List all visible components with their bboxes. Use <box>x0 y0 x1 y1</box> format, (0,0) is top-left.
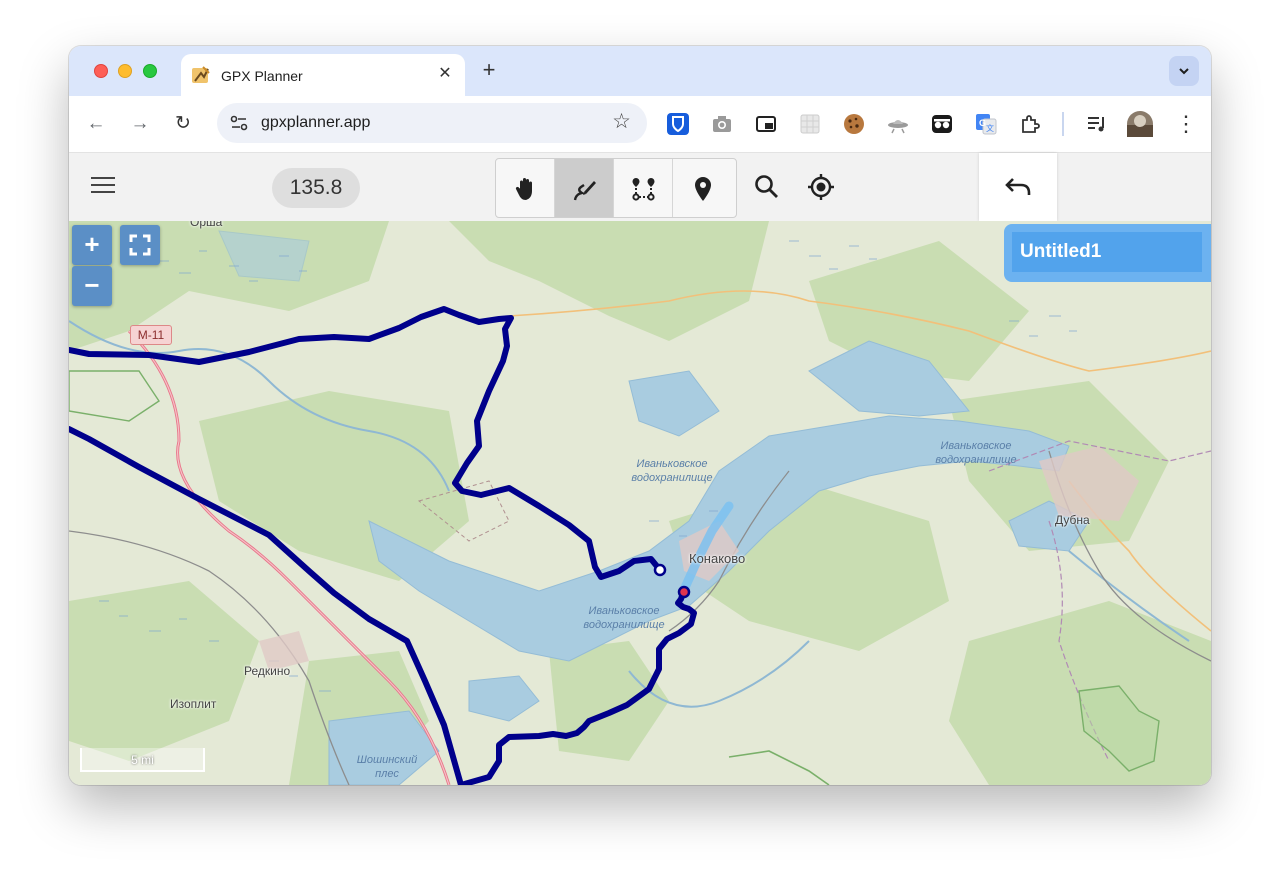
url-text: gpxplanner.app <box>261 114 371 131</box>
draw-mode-button[interactable] <box>555 159 614 217</box>
track-list-panel: Untitled1 <box>1004 224 1211 282</box>
browser-menu-button[interactable]: ⋮ <box>1172 110 1200 138</box>
fullscreen-icon <box>129 234 151 256</box>
tab-strip: GPX Planner ✕ + <box>69 46 1211 96</box>
marker-mode-button[interactable] <box>673 159 732 217</box>
map-scale-bar: 5 mi <box>80 748 205 772</box>
map-tiles <box>69 221 1211 785</box>
profile-avatar[interactable] <box>1127 111 1153 137</box>
toolbar-divider <box>1062 112 1064 136</box>
ufo-extension-icon[interactable] <box>886 112 910 136</box>
route-end-marker <box>653 563 667 577</box>
route-distance-display: 135.8 <box>272 168 360 208</box>
water-label-ivankovo-2: Иваньковское водохранилище <box>935 440 1017 466</box>
place-label-konakovo: Конаково <box>689 551 746 566</box>
place-label-dubna: Дубна <box>1055 513 1090 527</box>
water-label-ivankovo-3: Иваньковское водохранилище <box>583 605 665 631</box>
bitwarden-extension-icon[interactable] <box>666 112 690 136</box>
minimize-window-button[interactable] <box>118 64 132 78</box>
new-tab-button[interactable]: + <box>477 59 501 83</box>
reload-button[interactable]: ↻ <box>169 110 197 138</box>
address-bar[interactable]: gpxplanner.app ☆ <box>217 103 647 143</box>
pan-mode-button[interactable] <box>496 159 555 217</box>
place-label-redkino: Редкино <box>244 664 291 678</box>
extensions-puzzle-icon[interactable] <box>1018 112 1042 136</box>
fullscreen-button[interactable] <box>120 225 160 265</box>
cookie-extension-icon[interactable] <box>842 112 866 136</box>
close-window-button[interactable] <box>94 64 108 78</box>
close-tab-icon[interactable]: ✕ <box>435 64 455 84</box>
grid-extension-icon[interactable] <box>798 112 822 136</box>
tab-title: GPX Planner <box>221 68 303 84</box>
undo-button[interactable] <box>979 153 1057 221</box>
chevron-down-icon <box>1179 68 1189 75</box>
edit-mode-toolbar <box>495 158 737 218</box>
back-button[interactable]: ← <box>82 110 110 138</box>
track-name[interactable]: Untitled1 <box>1012 232 1202 272</box>
map-canvas[interactable]: + − Untitled1 M-11 Орша Конаково Дубна Р… <box>69 221 1211 785</box>
glasses-extension-icon[interactable] <box>930 112 954 136</box>
search-icon[interactable] <box>751 171 783 203</box>
svg-text:G: G <box>979 118 986 128</box>
tab-gpx-planner[interactable]: GPX Planner ✕ <box>181 54 465 96</box>
water-label-shoshinsky: Шошинский плес <box>356 754 418 780</box>
water-label-ivankovo-1: Иваньковское водохранилище <box>631 458 713 484</box>
google-translate-icon[interactable]: G 文 <box>974 112 998 136</box>
gpx-planner-app: 135.8 + − Untitled1 M-11 Орша Конаково Д… <box>69 153 1211 785</box>
place-label-orsha: Орша <box>190 221 223 229</box>
zoom-in-button[interactable]: + <box>72 225 112 265</box>
hamburger-menu-icon[interactable] <box>91 177 115 197</box>
browser-toolbar: ← → ↻ gpxplanner.app ☆ G 文 ⋮ <box>69 96 1211 153</box>
forward-button[interactable]: → <box>126 110 154 138</box>
media-controls-icon[interactable] <box>1085 112 1109 136</box>
route-points-mode-button[interactable] <box>614 159 673 217</box>
site-settings-icon[interactable] <box>229 113 249 133</box>
browser-window: GPX Planner ✕ + ← → ↻ gpxplanner.app ☆ G… <box>69 46 1211 785</box>
picture-in-picture-icon[interactable] <box>754 112 778 136</box>
maximize-window-button[interactable] <box>143 64 157 78</box>
gpx-planner-favicon-icon <box>192 66 210 83</box>
undo-icon <box>1005 178 1031 195</box>
zoom-out-button[interactable]: − <box>72 266 112 306</box>
active-route-point <box>677 585 691 599</box>
draw-route-icon <box>573 181 596 201</box>
camera-extension-icon[interactable] <box>710 112 734 136</box>
route-points-icon <box>632 178 655 201</box>
place-label-izoplit: Изоплит <box>170 697 217 711</box>
svg-text:文: 文 <box>986 123 994 133</box>
app-header: 135.8 <box>69 153 1211 221</box>
hand-icon <box>515 178 532 200</box>
bookmark-star-icon[interactable]: ☆ <box>612 111 631 133</box>
map-pin-icon <box>695 177 711 201</box>
road-shield-m11: M-11 <box>130 325 172 345</box>
tab-search-button[interactable] <box>1169 56 1199 86</box>
my-location-icon[interactable] <box>805 171 837 203</box>
